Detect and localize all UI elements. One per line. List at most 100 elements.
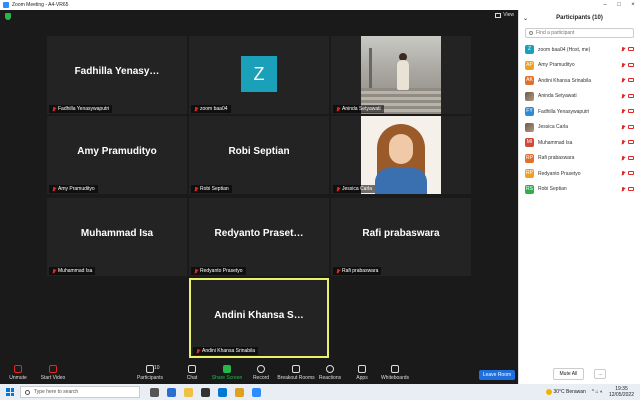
participant-list: Zzoom baa04 (Host, me) AP Amy Pramudityo AK… xyxy=(519,42,640,197)
tile-name-tag: Redyanto Prasetyo xyxy=(191,267,246,275)
participant-row[interactable]: MI Muhammad Isa xyxy=(519,135,640,151)
chrome-icon[interactable] xyxy=(235,387,244,397)
video-off-icon xyxy=(628,93,634,98)
participant-avatar: MI xyxy=(525,138,534,148)
mic-muted-icon xyxy=(621,124,625,130)
participant-avatar: RS xyxy=(525,184,534,194)
participant-name: Muhammad Isa xyxy=(538,139,573,146)
mute-all-button[interactable]: Mute All xyxy=(552,368,585,380)
video-off-icon xyxy=(49,365,57,373)
video-tile[interactable]: Aninda Setyawati xyxy=(331,36,471,114)
participants-icon xyxy=(146,365,154,373)
video-tile[interactable]: Robi Septian Robi Septian xyxy=(189,116,329,194)
task-view-icon[interactable] xyxy=(150,387,159,397)
participant-avatar: FY xyxy=(525,107,534,117)
mic-muted-icon xyxy=(336,186,340,192)
participant-row[interactable]: RP Rafi prabaswara xyxy=(519,151,640,167)
video-tile[interactable]: Muhammad Isa Muhammad Isa xyxy=(47,198,187,276)
tray-icons[interactable]: ^ ⌂ ◐ xyxy=(592,389,603,395)
participant-status-icons xyxy=(621,171,634,176)
participant-status-icons xyxy=(621,109,634,114)
video-tile[interactable]: Fadhilla Yenasy… Fadhilla Yenasywaputri xyxy=(47,36,187,114)
tile-name-tag: Aninda Setyawati xyxy=(333,105,384,113)
mic-muted-icon xyxy=(336,106,340,112)
participant-row[interactable]: FY Fadhilla Yenasywaputri xyxy=(519,104,640,120)
video-tile[interactable]: Amy Pramudityo Amy Pramudityo xyxy=(47,116,187,194)
maximize-button[interactable]: □ xyxy=(612,2,626,8)
participant-avatar xyxy=(525,91,534,101)
participant-status-icons xyxy=(621,62,634,68)
security-shield-icon[interactable] xyxy=(5,13,11,20)
video-off-icon xyxy=(628,62,634,67)
file-explorer-icon[interactable] xyxy=(184,387,193,397)
leave-room-button[interactable]: Leave Room xyxy=(479,370,515,380)
panel-header: ⌄ Participants (10) xyxy=(519,10,640,26)
mic-muted-icon xyxy=(194,186,198,192)
mic-muted-icon xyxy=(336,268,340,274)
tile-display-name: Fadhilla Yenasy… xyxy=(74,66,160,77)
mic-muted-icon xyxy=(194,106,198,112)
tile-display-name: Muhammad Isa xyxy=(80,228,154,239)
mic-muted-icon xyxy=(621,186,625,192)
video-tile[interactable]: Rafi prabaswara Rafi prabaswara xyxy=(331,198,471,276)
participant-avatar: AK xyxy=(525,76,534,86)
participant-avatar: Z xyxy=(525,45,534,55)
participant-row[interactable]: RS Robi Septian xyxy=(519,182,640,198)
close-button[interactable]: × xyxy=(626,2,640,8)
participant-row[interactable]: RP Redyanto Prasetyo xyxy=(519,166,640,182)
participant-name: Amy Pramudityo xyxy=(538,62,575,69)
taskbar-search-input[interactable]: Type here to search xyxy=(20,386,140,398)
store-icon[interactable] xyxy=(201,387,210,397)
microphone-muted-icon xyxy=(14,365,22,373)
participant-search-input[interactable]: Find a participant xyxy=(525,28,634,38)
tile-display-name: Redyanto Praset… xyxy=(214,228,304,239)
search-icon xyxy=(25,389,30,395)
windows-start-icon[interactable] xyxy=(6,388,14,396)
tile-name-tag: Andini Khansa Srinabila xyxy=(193,347,259,355)
participant-status-icons xyxy=(621,47,634,52)
chevron-down-icon[interactable]: ⌄ xyxy=(523,15,528,22)
participant-row[interactable]: Jessica Carla xyxy=(519,120,640,136)
mic-muted-icon xyxy=(621,171,625,176)
participant-avatar: AP xyxy=(525,60,534,70)
window-title: Zoom Meeting - A4-VR65 xyxy=(12,2,69,8)
avatar: Z xyxy=(241,56,277,92)
tile-display-name: Andini Khansa S… xyxy=(214,310,304,321)
zoom-app-icon xyxy=(3,2,9,8)
mic-muted-icon xyxy=(196,348,200,354)
record-icon xyxy=(257,365,265,373)
mic-muted-icon xyxy=(621,62,625,68)
weather-widget[interactable]: 30°C Berawan xyxy=(545,389,586,395)
whiteboards-button[interactable]: Whiteboards xyxy=(373,365,417,381)
breakout-rooms-icon xyxy=(292,365,300,373)
participant-row[interactable]: AK Andini Khansa Srinabila xyxy=(519,73,640,89)
apps-icon xyxy=(358,365,366,373)
mic-muted-icon xyxy=(621,155,625,161)
video-off-icon xyxy=(628,78,634,83)
video-tile-active-speaker[interactable]: Andini Khansa S… Andini Khansa Srinabila xyxy=(189,278,329,358)
zoom-taskbar-icon[interactable] xyxy=(252,387,261,397)
more-options-button[interactable]: ... xyxy=(594,369,607,379)
mail-icon[interactable] xyxy=(218,387,227,397)
minimize-button[interactable]: – xyxy=(598,2,612,8)
view-button[interactable]: View xyxy=(495,12,514,18)
video-tile[interactable]: Z zoom baa04 xyxy=(189,36,329,114)
system-tray: 30°C Berawan ^ ⌂ ◐ 19:35 12/05/2022 xyxy=(545,386,640,398)
start-video-button[interactable]: Start Video xyxy=(31,365,75,381)
participants-button[interactable]: Participants xyxy=(128,365,172,381)
mic-muted-icon xyxy=(621,140,625,145)
participant-row[interactable]: AP Amy Pramudityo xyxy=(519,58,640,74)
participant-row[interactable]: Aninda Setyawati xyxy=(519,89,640,105)
edge-icon[interactable] xyxy=(167,387,176,397)
mic-muted-icon xyxy=(621,109,625,114)
participant-avatar: RP xyxy=(525,153,534,163)
profile-photo xyxy=(361,36,441,114)
video-off-icon xyxy=(628,47,634,52)
video-tile[interactable]: Redyanto Praset… Redyanto Prasetyo xyxy=(189,198,329,276)
view-label: View xyxy=(503,12,514,18)
clock[interactable]: 19:35 12/05/2022 xyxy=(609,386,634,398)
meeting-area: View Fadhilla Yenasy… Fadhilla Yenasywap… xyxy=(0,10,518,384)
participant-status-icons xyxy=(621,155,634,161)
participant-row[interactable]: Zzoom baa04 (Host, me) xyxy=(519,42,640,58)
video-tile[interactable]: Jessica Carla xyxy=(331,116,471,194)
